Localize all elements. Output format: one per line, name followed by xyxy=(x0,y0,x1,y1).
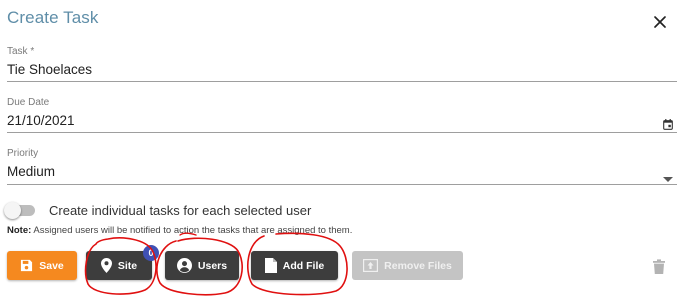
save-button-label: Save xyxy=(39,259,64,272)
trash-icon[interactable] xyxy=(653,259,665,279)
close-icon[interactable] xyxy=(652,14,668,30)
due-date-field[interactable]: Due Date 21/10/2021 xyxy=(7,97,677,133)
due-date-underline xyxy=(7,132,677,133)
site-button-label: Site xyxy=(117,259,138,272)
priority-underline xyxy=(7,184,677,185)
save-icon xyxy=(21,259,33,272)
account-circle-icon xyxy=(176,258,192,273)
task-underline xyxy=(7,81,677,82)
individual-tasks-toggle[interactable] xyxy=(4,202,35,219)
note-prefix: Note: xyxy=(7,225,32,236)
priority-select[interactable]: Medium xyxy=(7,164,677,179)
file-icon xyxy=(264,258,277,273)
note-text: Note: Assigned users will be notified to… xyxy=(7,225,352,236)
note-body: Assigned users will be notified to actio… xyxy=(31,225,353,236)
task-field[interactable]: Task * Tie Shoelaces xyxy=(7,46,677,82)
dialog-title: Create Task xyxy=(7,8,99,27)
remove-files-button[interactable]: Remove Files xyxy=(352,251,463,280)
dropdown-arrow-icon[interactable] xyxy=(663,170,673,188)
toggle-label: Create individual tasks for each selecte… xyxy=(49,203,312,218)
add-file-button[interactable]: Add File xyxy=(251,251,338,280)
priority-label: Priority xyxy=(7,148,39,159)
save-button[interactable]: Save xyxy=(7,251,77,280)
due-date-label: Due Date xyxy=(7,97,50,108)
individual-tasks-toggle-row: Create individual tasks for each selecte… xyxy=(4,202,312,219)
add-file-button-label: Add File xyxy=(282,259,325,272)
remove-files-icon xyxy=(363,259,379,272)
users-button[interactable]: Users xyxy=(165,251,239,280)
task-label: Task * xyxy=(7,46,35,57)
remove-files-button-label: Remove Files xyxy=(384,259,452,272)
users-button-label: Users xyxy=(197,259,228,272)
site-count-badge: 0 xyxy=(143,245,159,261)
due-date-input[interactable]: 21/10/2021 xyxy=(7,113,677,128)
site-button[interactable]: Site xyxy=(86,251,152,280)
location-pin-icon xyxy=(100,258,112,273)
priority-field[interactable]: Priority Medium xyxy=(7,148,677,185)
toggle-knob[interactable] xyxy=(4,202,21,219)
task-input[interactable]: Tie Shoelaces xyxy=(7,62,677,77)
